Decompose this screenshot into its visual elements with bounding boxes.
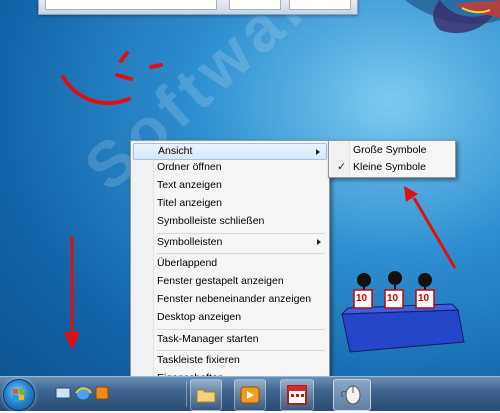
checkmark-icon: ✓ bbox=[337, 161, 347, 173]
menu-item-titel-anzeigen[interactable]: Titel anzeigen bbox=[133, 195, 327, 212]
menu-item-label: Überlappend bbox=[157, 257, 218, 269]
menu-separator bbox=[157, 253, 325, 254]
media-icon bbox=[95, 386, 109, 400]
submenu-item-grosse-symbole[interactable]: Große Symbole bbox=[331, 142, 453, 159]
menu-item-ordner-oeffnen[interactable]: Ordner öffnen bbox=[133, 159, 327, 176]
menu-separator bbox=[157, 350, 325, 351]
menu-item-fenster-gestapelt[interactable]: Fenster gestapelt anzeigen bbox=[133, 273, 327, 290]
menu-item-symbolleiste-schliessen[interactable]: Symbolleiste schließen bbox=[133, 213, 327, 230]
menu-item-label: Symbolleisten bbox=[157, 236, 223, 248]
ansicht-submenu: Große Symbole ✓ Kleine Symbole bbox=[328, 140, 456, 178]
menu-item-label: Taskleiste fixieren bbox=[157, 354, 240, 366]
mouse-icon bbox=[341, 385, 361, 405]
window-pane bbox=[229, 0, 281, 10]
arrow-down-left bbox=[64, 236, 80, 350]
taskbar-separator bbox=[186, 381, 187, 407]
score-card-number: 10 bbox=[418, 293, 430, 304]
show-desktop-icon bbox=[55, 387, 71, 399]
menu-separator bbox=[157, 329, 325, 330]
menu-item-label: Text anzeigen bbox=[157, 179, 222, 191]
judges-drawing bbox=[340, 271, 465, 353]
menu-item-label: Ordner öffnen bbox=[157, 161, 222, 173]
menu-item-label: Titel anzeigen bbox=[157, 197, 222, 209]
media-player-icon bbox=[240, 386, 260, 404]
taskbar-button-calendar[interactable] bbox=[280, 379, 314, 411]
menu-item-text-anzeigen[interactable]: Text anzeigen bbox=[133, 177, 327, 194]
submenu-arrow-icon bbox=[317, 239, 321, 245]
menu-item-label: Task-Manager starten bbox=[157, 333, 259, 345]
folder-icon bbox=[196, 389, 216, 403]
windows-orb-icon bbox=[13, 389, 24, 400]
menu-item-task-manager[interactable]: Task-Manager starten bbox=[133, 331, 327, 348]
calendar-icon bbox=[287, 385, 307, 405]
menu-item-symbolleisten[interactable]: Symbolleisten bbox=[133, 234, 327, 251]
menu-item-ansicht[interactable]: Ansicht bbox=[133, 143, 327, 160]
menu-item-ueberlappend[interactable]: Überlappend bbox=[133, 255, 327, 272]
submenu-item-kleine-symbole[interactable]: ✓ Kleine Symbole bbox=[331, 159, 453, 176]
taskbar bbox=[0, 376, 500, 411]
menu-item-label: Desktop anzeigen bbox=[157, 311, 242, 323]
top-window-fragment bbox=[38, 0, 358, 15]
score-card-number: 10 bbox=[387, 293, 399, 304]
arrow-up-right bbox=[404, 186, 457, 269]
menu-item-label: Fenster nebeneinander anzeigen bbox=[157, 293, 312, 305]
taskbar-button-media-player[interactable] bbox=[234, 379, 266, 411]
taskbar-button-explorer[interactable] bbox=[190, 379, 222, 411]
menu-item-label: Fenster gestapelt anzeigen bbox=[157, 275, 284, 287]
menu-item-fenster-nebeneinander[interactable]: Fenster nebeneinander anzeigen bbox=[133, 291, 327, 308]
judges-clipart: 10 10 10 bbox=[340, 268, 470, 361]
window-pane bbox=[289, 0, 351, 10]
menu-item-label: Ansicht bbox=[158, 145, 193, 157]
score-card-number: 10 bbox=[356, 293, 368, 304]
menu-item-label: Kleine Symbole bbox=[353, 161, 426, 173]
start-button[interactable] bbox=[3, 379, 35, 411]
menu-item-taskleiste-fixieren[interactable]: Taskleiste fixieren bbox=[133, 352, 327, 369]
taskbar-button-mouse[interactable] bbox=[333, 379, 371, 411]
window-pane bbox=[45, 0, 217, 10]
quick-launch-icons bbox=[55, 385, 109, 401]
submenu-arrow-icon bbox=[316, 149, 320, 155]
menu-item-label: Symbolleiste schließen bbox=[157, 215, 265, 227]
menu-item-label: Große Symbole bbox=[353, 144, 427, 156]
taskbar-context-menu: Ansicht Ordner öffnen Text anzeigen Tite… bbox=[130, 140, 330, 389]
menu-item-desktop-anzeigen[interactable]: Desktop anzeigen bbox=[133, 309, 327, 326]
